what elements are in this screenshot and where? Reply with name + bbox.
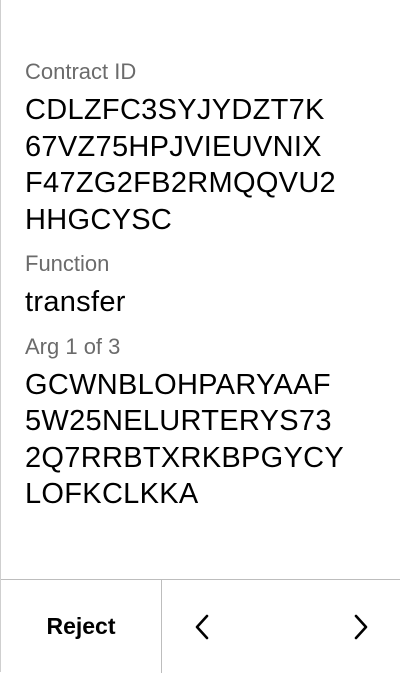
argument-label: Arg 1 of 3 [25,333,121,359]
footer-nav-bar: Reject [1,579,400,673]
function-value: transfer [25,286,126,318]
transaction-details: Contract ID CDLZFC3SYJYDZT7K 67VZ75HPJVI… [25,58,395,513]
function-label: Function [25,251,110,276]
reject-button[interactable]: Reject [1,580,161,673]
contract-id-value: CDLZFC3SYJYDZT7K 67VZ75HPJVIEUVNIX F47ZG… [25,94,336,236]
chevron-right-icon [353,614,369,640]
next-page-button[interactable] [321,580,400,673]
previous-page-button[interactable] [162,580,242,673]
chevron-left-icon [194,614,210,640]
contract-id-label: Contract ID [25,59,137,84]
transaction-review-screen: Contract ID CDLZFC3SYJYDZT7K 67VZ75HPJVI… [0,0,400,673]
argument-value: GCWNBLOHPARYAAF 5W25NELURTERYS73 2Q7RRBT… [25,368,345,511]
